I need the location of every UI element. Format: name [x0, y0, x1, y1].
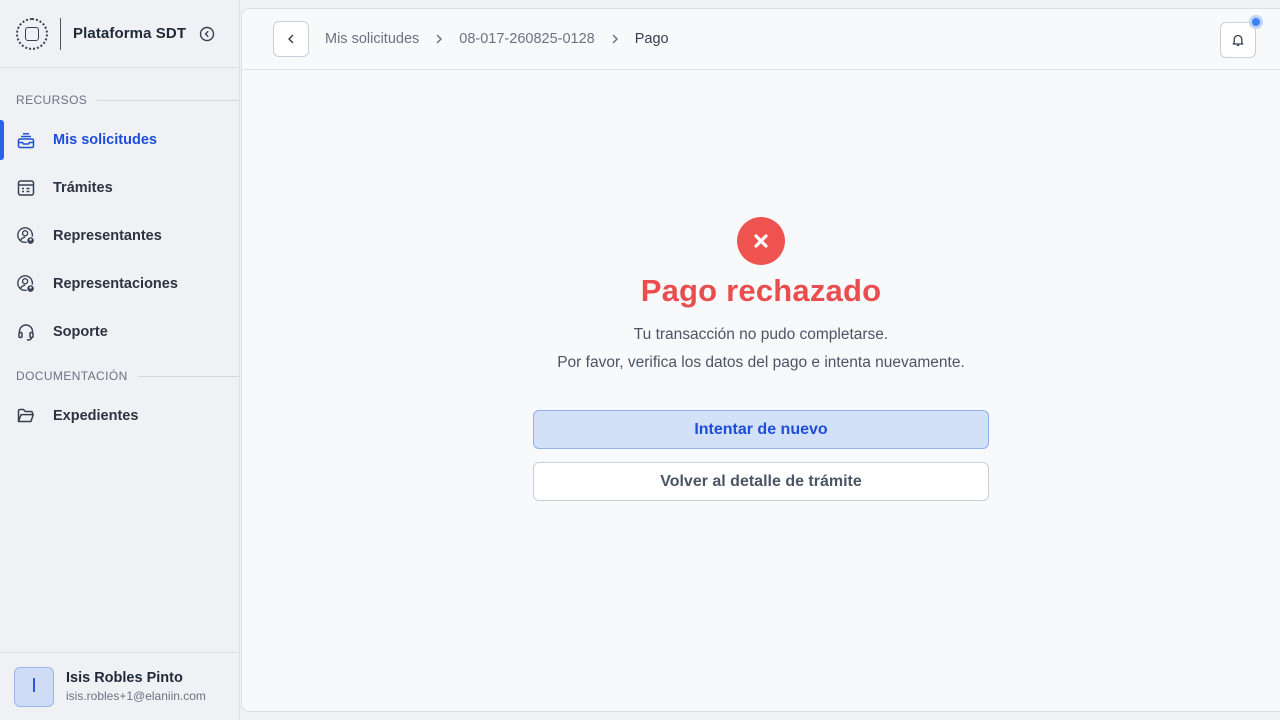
back-button[interactable]: [273, 21, 309, 57]
retry-payment-button[interactable]: Intentar de nuevo: [533, 410, 989, 449]
section-label-documentacion: DOCUMENTACIÓN: [0, 366, 239, 386]
chevron-left-icon: [288, 34, 294, 44]
brand-header: Plataforma SDT: [0, 0, 239, 68]
calendar-table-icon: [16, 178, 36, 198]
chevron-right-icon: [608, 32, 622, 46]
user-badge-icon: [16, 274, 36, 294]
sidebar-item-representantes[interactable]: Representantes: [0, 212, 239, 260]
sidebar-item-mis-solicitudes[interactable]: Mis solicitudes: [0, 116, 239, 164]
breadcrumb-mis-solicitudes[interactable]: Mis solicitudes: [325, 31, 419, 47]
result-message-line-2: Por favor, verifica los datos del pago e…: [557, 354, 965, 371]
inbox-stack-icon: [16, 130, 36, 150]
breadcrumb-request-id[interactable]: 08-017-260825-0128: [459, 31, 594, 47]
sidebar-item-label: Representaciones: [53, 276, 178, 292]
breadcrumb-current-page: Pago: [634, 31, 669, 47]
notifications-button[interactable]: [1220, 15, 1263, 58]
sidebar-item-label: Mis solicitudes: [53, 132, 157, 148]
user-email: isis.robles+1@elaniin.com: [66, 689, 206, 703]
close-icon: [754, 234, 768, 248]
avatar: I: [14, 666, 54, 707]
notification-badge: [1249, 15, 1263, 29]
error-status-icon: [737, 217, 785, 265]
sidebar-item-soporte[interactable]: Soporte: [0, 308, 239, 356]
payment-result: Pago rechazado Tu transacción no pudo co…: [242, 217, 1280, 501]
sidebar-item-label: Expedientes: [53, 408, 139, 424]
collapse-sidebar-button[interactable]: [199, 26, 215, 42]
page-title: Pago rechazado: [640, 273, 882, 308]
chevron-left-circle-icon: [199, 26, 215, 41]
folder-open-icon: [16, 406, 36, 426]
sidebar-item-expedientes[interactable]: Expedientes: [0, 392, 239, 440]
brand-divider: [60, 17, 61, 50]
section-label-recursos: RECURSOS: [0, 90, 239, 110]
result-message-line-1: Tu transacción no pudo completarse.: [633, 326, 889, 343]
sidebar-item-representaciones[interactable]: Representaciones: [0, 260, 239, 308]
chevron-right-icon: [432, 32, 446, 46]
seal-emblem: [25, 26, 39, 41]
sidebar-item-tramites[interactable]: Trámites: [0, 164, 239, 212]
headset-icon: [16, 322, 36, 342]
top-bar: Mis solicitudes 08-017-260825-0128 Pago: [242, 9, 1280, 70]
government-seal-logo: [16, 17, 48, 50]
back-to-detail-button[interactable]: Volver al detalle de trámite: [533, 462, 989, 501]
main-panel: Mis solicitudes 08-017-260825-0128 Pago …: [241, 8, 1280, 712]
app-title: Plataforma SDT: [73, 25, 187, 42]
user-badge-icon: [16, 226, 36, 246]
bell-icon: [1232, 34, 1244, 46]
sidebar-item-label: Representantes: [53, 228, 162, 244]
user-profile[interactable]: I Isis Robles Pinto isis.robles+1@elanii…: [0, 652, 240, 720]
user-name: Isis Robles Pinto: [66, 670, 183, 686]
sidebar-item-label: Soporte: [53, 324, 108, 340]
sidebar: Plataforma SDT RECURSOS Mis solicitudes …: [0, 0, 240, 720]
breadcrumb: Mis solicitudes 08-017-260825-0128 Pago: [325, 31, 669, 47]
sidebar-item-label: Trámites: [53, 180, 113, 196]
